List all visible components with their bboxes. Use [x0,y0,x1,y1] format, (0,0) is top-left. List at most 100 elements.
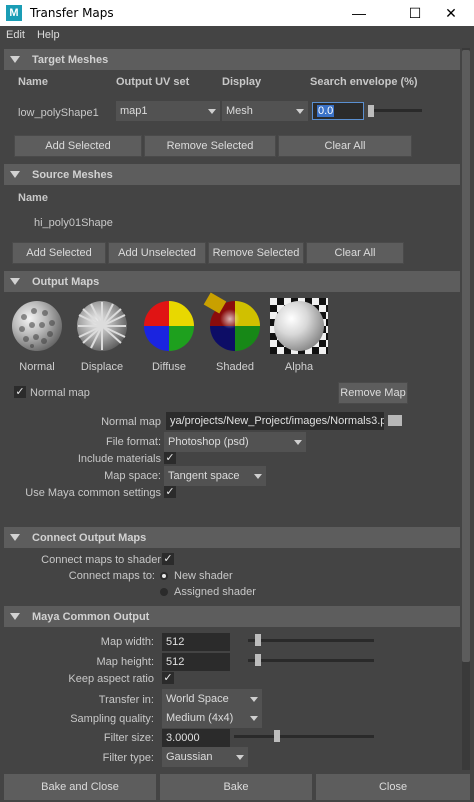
source-clear-all-button[interactable]: Clear All [306,242,404,264]
transfer-in-dropdown[interactable]: World Space [162,689,262,709]
sampling-quality-dropdown[interactable]: Medium (4x4) [162,708,262,728]
remove-map-button[interactable]: Remove Map [338,382,408,404]
source-add-unselected-button[interactable]: Add Unselected [108,242,206,264]
menu-help[interactable]: Help [37,29,60,41]
section-title: Connect Output Maps [32,531,147,544]
chevron-down-icon [246,689,262,709]
section-connect-output-maps[interactable]: Connect Output Maps [4,527,460,548]
new-shader-label: New shader [174,570,233,582]
close-window-button[interactable]: ✕ [428,0,474,26]
map-width-label: Map width: [100,636,154,648]
scrollbar-thumb[interactable] [462,50,470,662]
connect-maps-to-label: Connect maps to: [68,570,155,582]
target-mesh-name[interactable]: low_polyShape1 [18,107,99,119]
chevron-down-icon [204,101,220,121]
filter-size-slider-handle[interactable] [274,730,280,742]
filter-type-value: Gaussian [166,751,213,763]
collapse-triangle-icon [10,534,20,541]
minimize-button[interactable]: — [336,0,382,26]
target-clear-all-button[interactable]: Clear All [278,135,412,157]
bake-and-close-button[interactable]: Bake and Close [4,774,156,800]
map-height-slider-track[interactable] [248,659,374,662]
collapse-triangle-icon [10,613,20,620]
section-title: Maya Common Output [32,610,150,623]
chevron-down-icon [246,708,262,728]
section-title: Target Meshes [32,53,109,66]
filter-size-value: 3.0000 [166,732,200,744]
assigned-shader-label: Assigned shader [174,586,256,598]
search-envelope-value: 0.0 [317,105,335,117]
bake-button[interactable]: Bake [160,774,312,800]
file-format-label: File format: [105,436,161,448]
include-materials-checkbox[interactable]: ✓ [164,452,176,464]
close-button[interactable]: Close [316,774,470,800]
target-add-selected-button[interactable]: Add Selected [14,135,142,157]
display-value: Mesh [226,105,253,117]
source-column-name-header: Name [18,192,48,204]
sampling-quality-value: Medium (4x4) [166,712,234,724]
maya-icon: M [6,5,22,21]
section-target-meshes[interactable]: Target Meshes [4,49,460,70]
search-envelope-field[interactable]: 0.0 [312,102,364,120]
normal-map-label: Normal map [30,387,90,399]
assigned-shader-radio[interactable] [160,588,168,596]
keep-aspect-checkbox[interactable]: ✓ [162,672,174,684]
map-width-slider-handle[interactable] [255,634,261,646]
search-envelope-slider-handle[interactable] [368,105,374,117]
display-dropdown[interactable]: Mesh [222,101,308,121]
source-mesh-name[interactable]: hi_poly01Shape [34,217,113,229]
uv-set-dropdown[interactable]: map1 [116,101,220,121]
folder-icon[interactable] [388,415,402,426]
chevron-down-icon [232,747,248,767]
filter-size-slider-track[interactable] [234,735,374,738]
normal-map-swatch[interactable] [12,301,62,351]
map-height-slider-handle[interactable] [255,654,261,666]
options-panel: Target Meshes Name Output UV set Display… [4,48,460,770]
map-width-field[interactable]: 512 [162,633,230,651]
map-space-value: Tangent space [168,470,240,482]
search-envelope-slider-track[interactable] [368,109,422,112]
filter-size-field[interactable]: 3.0000 [162,729,230,747]
connect-to-shader-checkbox[interactable]: ✓ [162,553,174,565]
section-source-meshes[interactable]: Source Meshes [4,164,460,185]
column-search-header: Search envelope (%) [310,76,418,88]
filter-type-dropdown[interactable]: Gaussian [162,747,248,767]
swatch-label-normal: Normal [19,361,55,373]
use-common-settings-checkbox[interactable]: ✓ [164,486,176,498]
chevron-down-icon [250,466,266,486]
collapse-triangle-icon [10,171,20,178]
alpha-map-swatch[interactable] [274,301,324,351]
window-title: Transfer Maps [30,6,114,20]
bottom-button-bar: Bake and Close Bake Close [0,770,474,802]
source-add-selected-button[interactable]: Add Selected [12,242,106,264]
collapse-triangle-icon [10,278,20,285]
normal-map-path-field[interactable]: ya/projects/New_Project/images/Normals3.… [166,412,384,430]
map-height-field[interactable]: 512 [162,653,230,671]
swatch-label-diffuse: Diffuse [151,361,187,373]
spikes-pattern-icon [78,302,126,350]
section-output-maps[interactable]: Output Maps [4,271,460,292]
menu-edit[interactable]: Edit [6,29,25,41]
map-space-dropdown[interactable]: Tangent space [164,466,266,486]
file-format-dropdown[interactable]: Photoshop (psd) [164,432,306,452]
column-name-header: Name [18,76,48,88]
diffuse-map-swatch[interactable] [144,301,194,351]
displace-map-swatch[interactable] [77,301,127,351]
source-remove-selected-button[interactable]: Remove Selected [208,242,304,264]
swatch-label-shaded: Shaded [216,361,254,373]
normal-map-checkbox[interactable]: ✓ [14,386,26,398]
target-remove-selected-button[interactable]: Remove Selected [144,135,276,157]
map-width-slider-track[interactable] [248,639,374,642]
menu-bar: Edit Help [0,26,474,44]
map-height-label: Map height: [96,656,154,668]
transfer-in-label: Transfer in: [98,694,154,706]
map-space-label: Map space: [104,470,161,482]
section-title: Source Meshes [32,168,113,181]
filter-size-label: Filter size: [103,732,154,744]
include-materials-label: Include materials [77,453,161,465]
filter-type-label: Filter type: [102,752,154,764]
new-shader-radio[interactable] [160,572,168,580]
section-maya-common-output[interactable]: Maya Common Output [4,606,460,627]
chevron-down-icon [292,101,308,121]
bumps-pattern-icon [19,308,55,348]
